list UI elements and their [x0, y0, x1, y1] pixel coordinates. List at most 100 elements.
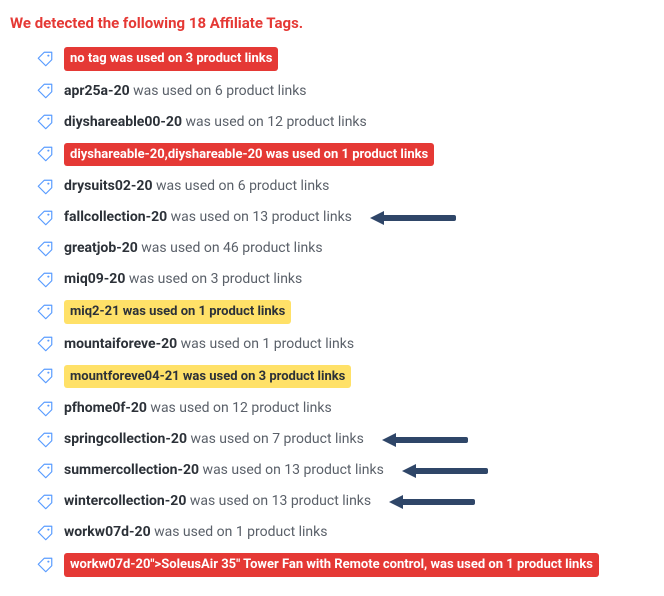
- tag-row: mountforeve04-21 was used on 3 product l…: [36, 360, 654, 394]
- tag-row: diyshareable-20,diyshareable-20 was used…: [36, 138, 654, 172]
- tag-row: miq09-20 was used on 3 product links: [36, 264, 654, 295]
- tag-content: diyshareable00-20 was used on 12 product…: [64, 112, 367, 133]
- tag-badge-error: workw07d-20">SoleusAir 35" Tower Fan wit…: [64, 553, 599, 577]
- tag-content: diyshareable-20,diyshareable-20 was used…: [64, 143, 434, 167]
- tag-label: diyshareable00-20 was used on 12 product…: [64, 112, 367, 133]
- tag-icon: [36, 556, 54, 574]
- tag-name: workw07d-20">SoleusAir 35" Tower Fan wit…: [70, 557, 427, 572]
- tag-row: no tag was used on 3 product links: [36, 42, 654, 76]
- tag-icon: [36, 303, 54, 321]
- tag-content: mountforeve04-21 was used on 3 product l…: [64, 365, 351, 389]
- tag-label: wintercollection-20 was used on 13 produ…: [64, 491, 371, 512]
- tag-badge-warning: mountforeve04-21 was used on 3 product l…: [64, 365, 351, 389]
- tag-badge-error: diyshareable-20,diyshareable-20 was used…: [64, 143, 434, 167]
- annotation-arrow-icon: [370, 213, 456, 223]
- tag-row: pfhome0f-20 was used on 12 product links: [36, 393, 654, 424]
- tag-content: greatjob-20 was used on 46 product links: [64, 238, 323, 259]
- annotation-arrow-icon: [382, 435, 468, 445]
- tag-content: fallcollection-20 was used on 13 product…: [64, 207, 352, 228]
- tag-usage: was used on 3 product links: [107, 51, 273, 66]
- tag-label: greatjob-20 was used on 46 product links: [64, 238, 323, 259]
- tag-label: fallcollection-20 was used on 13 product…: [64, 207, 352, 228]
- tag-name: workw07d-20: [64, 524, 151, 540]
- tag-row: greatjob-20 was used on 46 product links: [36, 233, 654, 264]
- tag-name: fallcollection-20: [64, 209, 167, 225]
- tag-content: pfhome0f-20 was used on 12 product links: [64, 398, 332, 419]
- tag-badge-error: no tag was used on 3 product links: [64, 47, 278, 71]
- tag-name: pfhome0f-20: [64, 400, 147, 416]
- tag-usage: was used on 7 product links: [187, 431, 364, 447]
- tag-usage: was used on 6 product links: [153, 178, 330, 194]
- tag-badge-warning: miq2-21 was used on 1 product links: [64, 300, 291, 324]
- tag-usage: was used on 13 product links: [199, 462, 384, 478]
- tag-row: miq2-21 was used on 1 product links: [36, 295, 654, 329]
- tag-content: miq09-20 was used on 3 product links: [64, 269, 302, 290]
- tag-row: diyshareable00-20 was used on 12 product…: [36, 107, 654, 138]
- tag-row: springcollection-20 was used on 7 produc…: [36, 424, 654, 455]
- tag-name: mountforeve04-21: [70, 369, 180, 384]
- tag-usage: was used on 6 product links: [130, 83, 307, 99]
- tag-icon: [36, 431, 54, 449]
- tag-label: apr25a-20 was used on 6 product links: [64, 81, 307, 102]
- tag-content: wintercollection-20 was used on 13 produ…: [64, 491, 371, 512]
- tag-label: summercollection-20 was used on 13 produ…: [64, 460, 384, 481]
- tag-usage: was used on 1 product links: [263, 147, 429, 162]
- detection-heading: We detected the following 18 Affiliate T…: [10, 14, 654, 32]
- tag-icon: [36, 271, 54, 289]
- tag-name: diyshareable-20,diyshareable-20: [70, 147, 263, 162]
- tag-icon: [36, 209, 54, 227]
- annotation-arrow-icon: [402, 466, 488, 476]
- tag-icon: [36, 178, 54, 196]
- tag-name: mountaiforeve-20: [64, 336, 177, 352]
- tag-content: miq2-21 was used on 1 product links: [64, 300, 291, 324]
- tag-usage: was used on 1 product links: [120, 304, 286, 319]
- tag-row: workw07d-20 was used on 1 product links: [36, 517, 654, 548]
- tag-icon: [36, 240, 54, 258]
- tag-row: drysuits02-20 was used on 6 product link…: [36, 171, 654, 202]
- tag-usage: was used on 46 product links: [138, 240, 323, 256]
- tag-icon: [36, 400, 54, 418]
- tag-icon: [36, 82, 54, 100]
- tag-usage: was used on 1 product links: [177, 336, 354, 352]
- tag-content: mountaiforeve-20 was used on 1 product l…: [64, 334, 354, 355]
- tag-row: fallcollection-20 was used on 13 product…: [36, 202, 654, 233]
- tag-row: workw07d-20">SoleusAir 35" Tower Fan wit…: [36, 548, 654, 582]
- tag-label: workw07d-20 was used on 1 product links: [64, 522, 328, 543]
- tag-label: springcollection-20 was used on 7 produc…: [64, 429, 364, 450]
- tag-icon: [36, 50, 54, 68]
- tag-usage: was used on 3 product links: [125, 271, 302, 287]
- tag-content: apr25a-20 was used on 6 product links: [64, 81, 307, 102]
- tag-label: drysuits02-20 was used on 6 product link…: [64, 176, 329, 197]
- tag-icon: [36, 113, 54, 131]
- tag-usage: was used on 12 product links: [147, 400, 332, 416]
- tag-name: apr25a-20: [64, 83, 130, 99]
- tag-content: workw07d-20">SoleusAir 35" Tower Fan wit…: [64, 553, 599, 577]
- tag-usage: was used on 13 product links: [186, 493, 371, 509]
- tag-label: pfhome0f-20 was used on 12 product links: [64, 398, 332, 419]
- tag-row: mountaiforeve-20 was used on 1 product l…: [36, 329, 654, 360]
- tag-name: wintercollection-20: [64, 493, 186, 509]
- tag-row: wintercollection-20 was used on 13 produ…: [36, 486, 654, 517]
- tag-name: springcollection-20: [64, 431, 187, 447]
- tag-icon: [36, 462, 54, 480]
- tag-usage: was used on 12 product links: [182, 114, 367, 130]
- tag-name: greatjob-20: [64, 240, 138, 256]
- affiliate-tag-list: no tag was used on 3 product links apr25…: [10, 42, 654, 582]
- tag-icon: [36, 367, 54, 385]
- tag-label: mountaiforeve-20 was used on 1 product l…: [64, 334, 354, 355]
- tag-name: diyshareable00-20: [64, 114, 182, 130]
- tag-content: no tag was used on 3 product links: [64, 47, 278, 71]
- tag-content: springcollection-20 was used on 7 produc…: [64, 429, 364, 450]
- tag-name: summercollection-20: [64, 462, 199, 478]
- tag-content: summercollection-20 was used on 13 produ…: [64, 460, 384, 481]
- tag-row: summercollection-20 was used on 13 produ…: [36, 455, 654, 486]
- annotation-arrow-icon: [389, 497, 475, 507]
- tag-usage: was used on 1 product links: [427, 557, 593, 572]
- tag-icon: [36, 145, 54, 163]
- tag-content: drysuits02-20 was used on 6 product link…: [64, 176, 329, 197]
- tag-name: drysuits02-20: [64, 178, 153, 194]
- tag-content: workw07d-20 was used on 1 product links: [64, 522, 328, 543]
- tag-icon: [36, 524, 54, 542]
- tag-icon: [36, 335, 54, 353]
- tag-name: no tag: [70, 51, 107, 66]
